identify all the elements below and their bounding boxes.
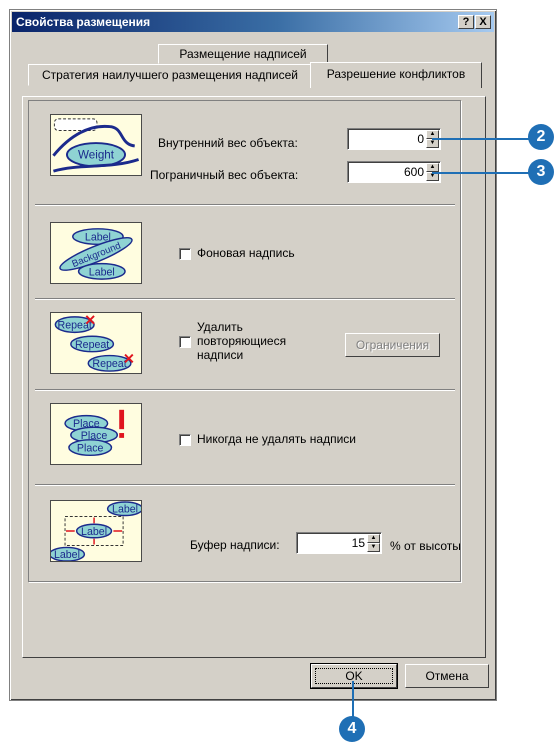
weight-text: Weight (78, 149, 115, 162)
place-illustration: Place Place Place (50, 403, 142, 465)
buffer-up-arrow-icon[interactable]: ▲ (367, 534, 380, 543)
buffer-text-top: Label (112, 504, 138, 516)
weight-illustration: Weight (50, 114, 142, 176)
title-bar: Свойства размещения ? X (12, 12, 494, 32)
callout-2: 2 (528, 124, 554, 150)
remove-duplicates-label-3: надписи (197, 348, 244, 362)
tab-conflict-resolution[interactable]: Разрешение конфликтов (310, 62, 482, 88)
divider (35, 484, 455, 486)
repeat-text-3: Repeat (92, 358, 126, 370)
background-label-checkbox[interactable] (179, 248, 191, 260)
buffer-down-arrow-icon[interactable]: ▼ (367, 543, 380, 552)
border-weight-up-arrow-icon[interactable]: ▲ (426, 163, 439, 172)
tab-best-placement-strategy[interactable]: Стратегия наилучшего размещения надписей (28, 64, 312, 86)
callout-2-line (432, 138, 532, 140)
buffer-text-bottom: Label (54, 549, 80, 561)
border-weight-value: 600 (403, 165, 424, 179)
divider (35, 389, 455, 391)
inner-weight-value: 0 (417, 132, 424, 146)
repeat-text-1: Repeat (58, 319, 92, 331)
never-remove-checkbox[interactable] (179, 434, 191, 446)
divider (35, 204, 455, 206)
help-button[interactable]: ? (458, 15, 474, 29)
bg-label-bottom-text: Label (89, 266, 115, 278)
inner-weight-down-arrow-icon[interactable]: ▼ (426, 139, 439, 148)
remove-duplicates-checkbox[interactable] (179, 336, 191, 348)
place-text-3: Place (77, 442, 104, 454)
callout-3: 3 (528, 159, 554, 185)
buffer-unit: % от высоты (390, 539, 461, 553)
tab-label-placement[interactable]: Размещение надписей (158, 44, 328, 64)
inner-weight-label: Внутренний вес объекта: (158, 136, 298, 150)
divider (35, 298, 455, 300)
background-label-illustration: Label Background Label (50, 222, 142, 284)
ok-button[interactable]: OK (310, 663, 398, 689)
buffer-text-center: Label (81, 526, 107, 538)
cancel-button[interactable]: Отмена (405, 664, 489, 688)
repeat-text-2: Repeat (75, 339, 109, 351)
buffer-illustration: Label Label Label (50, 500, 142, 562)
buffer-value: 15 (351, 536, 365, 550)
background-label-text: Фоновая надпись (197, 246, 295, 260)
remove-duplicates-label-1: Удалить (197, 320, 243, 334)
buffer-label: Буфер надписи: (190, 538, 280, 552)
limits-button[interactable]: Ограничения (345, 333, 440, 357)
close-button[interactable]: X (475, 15, 491, 29)
border-weight-stepper[interactable]: 600 ▲ ▼ (347, 161, 441, 183)
inner-weight-stepper[interactable]: 0 ▲ ▼ (347, 128, 441, 150)
repeat-illustration: Repeat Repeat Repeat (50, 312, 142, 374)
buffer-stepper[interactable]: 15 ▲ ▼ (296, 532, 382, 554)
callout-4: 4 (339, 716, 365, 742)
remove-duplicates-label-2: повторяющиеся (197, 334, 287, 348)
border-weight-label: Пограничный вес объекта: (150, 168, 299, 182)
callout-3-line (432, 172, 532, 174)
window-title: Свойства размещения (16, 15, 151, 29)
never-remove-label: Никогда не удалять надписи (197, 432, 356, 446)
